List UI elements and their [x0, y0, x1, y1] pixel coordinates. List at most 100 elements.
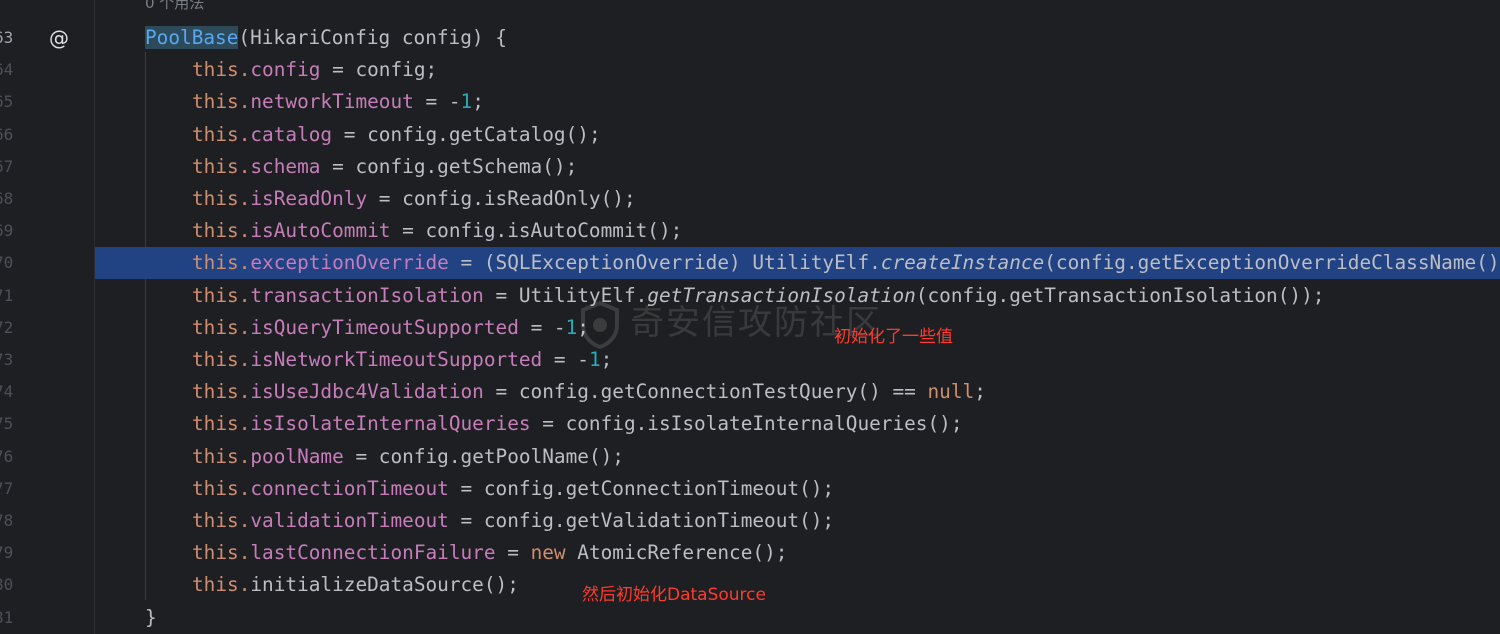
code-token: = config.getConnectionTimeout(); — [448, 476, 835, 500]
code-text[interactable]: this.catalog = config.getCatalog(); — [192, 119, 601, 151]
code-token: lastConnectionFailure — [250, 541, 496, 565]
code-line[interactable]: 65 this.networkTimeout = -1; — [0, 86, 1500, 118]
code-line[interactable]: 78 this.validationTimeout = config.getVal… — [0, 505, 1500, 537]
code-line[interactable]: 69 this.isAutoCommit = config.isAutoCommi… — [0, 215, 1500, 247]
line-number: 76 — [0, 446, 14, 466]
code-text[interactable]: this.isNetworkTimeoutSupported = -1; — [192, 344, 612, 376]
code-token: ; — [974, 380, 986, 404]
code-token: this. — [192, 251, 251, 275]
code-token: config — [250, 58, 321, 82]
usage-hint[interactable]: 0 个用法 — [145, 0, 204, 14]
line-number: 72 — [0, 317, 14, 337]
code-text[interactable]: this.lastConnectionFailure = new AtomicR… — [192, 537, 787, 569]
code-token: = config.getPoolName(); — [343, 444, 624, 468]
code-token: = - — [518, 315, 566, 339]
code-token: catalog — [250, 122, 333, 146]
line-number: 80 — [0, 575, 14, 595]
code-token: this. — [192, 541, 251, 565]
code-text[interactable]: this.connectionTimeout = config.getConne… — [192, 473, 834, 505]
line-number: 70 — [0, 253, 14, 273]
code-token: } — [145, 605, 157, 629]
code-token: this. — [192, 573, 251, 597]
code-line[interactable]: 74 this.isUseJdbc4Validation = config.get… — [0, 376, 1500, 408]
code-token: = config.getSchema(); — [320, 154, 578, 178]
at-sign-icon[interactable]: @ — [49, 22, 69, 54]
code-token: this. — [192, 154, 251, 178]
code-token: = config.getConnectionTestQuery() == — [483, 380, 928, 404]
code-text[interactable]: this.isAutoCommit = config.isAutoCommit(… — [192, 215, 682, 247]
code-text[interactable]: this.networkTimeout = -1; — [192, 86, 484, 118]
line-number: 73 — [0, 350, 14, 369]
code-token: (config.getExceptionOverrideClassName() — [1044, 251, 1500, 275]
code-text[interactable]: this.isQueryTimeoutSupported = -1; — [192, 312, 589, 344]
code-token: this. — [192, 476, 251, 500]
annotation-init-values: 初始化了一些值 — [834, 327, 953, 347]
code-text[interactable]: this.config = config; — [192, 54, 437, 86]
line-number: 67 — [0, 156, 14, 176]
code-line[interactable]: 77 this.connectionTimeout = config.getCon… — [0, 473, 1500, 505]
line-number: 75 — [0, 414, 14, 434]
code-line[interactable]: 76 this.poolName = config.getPoolName(); — [0, 441, 1500, 473]
code-token: this. — [192, 380, 251, 404]
code-token: (config.getTransactionIsolation()); — [915, 283, 1325, 307]
code-token: = config; — [320, 58, 438, 82]
code-text[interactable]: this.initializeDataSource(); — [192, 569, 519, 601]
code-token: new — [530, 541, 566, 565]
code-text[interactable]: this.validationTimeout = config.getValid… — [192, 505, 834, 537]
code-text[interactable]: } — [145, 602, 157, 634]
code-token: null — [927, 380, 975, 404]
code-line[interactable]: 79 this.lastConnectionFailure = new Atomi… — [0, 537, 1500, 569]
code-line[interactable]: 64 this.config = config; — [0, 54, 1500, 86]
code-line[interactable]: 75 this.isIsolateInternalQueries = config… — [0, 408, 1500, 440]
code-token: validationTimeout — [250, 509, 449, 532]
code-token: createInstance — [880, 251, 1045, 275]
code-token: ; — [600, 348, 613, 371]
code-text[interactable]: this.isReadOnly = config.isReadOnly(); — [192, 183, 636, 215]
code-token: networkTimeout — [250, 90, 414, 114]
annotation-init-datasource: 然后初始化DataSource — [582, 585, 766, 605]
code-text[interactable]: this.schema = config.getSchema(); — [192, 151, 577, 183]
code-token: this. — [192, 58, 251, 82]
code-text[interactable]: this.isIsolateInternalQueries = config.i… — [192, 408, 963, 440]
code-token: = config.getCatalog(); — [332, 122, 601, 146]
code-token: ; — [472, 90, 484, 114]
code-token: isQueryTimeoutSupported — [250, 315, 519, 339]
line-number: 66 — [0, 124, 14, 144]
line-number: 71 — [0, 285, 14, 305]
code-token: this. — [192, 509, 251, 532]
code-token: isNetworkTimeoutSupported — [250, 348, 543, 371]
code-token: transactionIsolation — [250, 283, 484, 307]
code-token: connectionTimeout — [250, 476, 449, 500]
code-line[interactable]: 67 this.schema = config.getSchema(); — [0, 151, 1500, 183]
code-text[interactable]: this.poolName = config.getPoolName(); — [192, 441, 624, 473]
code-token: this. — [192, 444, 251, 468]
code-line[interactable]: 63 @ PoolBase(HikariConfig config) { — [0, 22, 1500, 54]
line-number: 79 — [0, 543, 14, 563]
code-token: = (SQLExceptionOverride) UtilityElf. — [448, 251, 881, 275]
line-number: 64 — [0, 60, 14, 80]
code-line[interactable]: 70 this.exceptionOverride = (SQLException… — [0, 247, 1500, 280]
code-token: = - — [413, 90, 461, 114]
code-token: schema — [250, 154, 321, 178]
code-token: exceptionOverride — [250, 251, 449, 275]
code-editor[interactable]: 0 个用法 63 @ PoolBase(HikariConfig config) {… — [0, 0, 1500, 634]
code-token: poolName — [250, 444, 344, 468]
code-text[interactable]: PoolBase(HikariConfig config) { — [145, 22, 507, 54]
line-number: 65 — [0, 92, 14, 112]
code-token: = config.isIsolateInternalQueries(); — [530, 412, 963, 436]
code-token: 1 — [588, 348, 601, 371]
code-token: isUseJdbc4Validation — [250, 380, 484, 404]
code-line[interactable]: 73 this.isNetworkTimeoutSupported = -1; — [0, 344, 1500, 376]
code-token: this. — [192, 283, 251, 307]
code-text[interactable]: this.isUseJdbc4Validation = config.getCo… — [192, 376, 986, 408]
code-token: = config.getValidationTimeout(); — [448, 509, 835, 532]
line-number: 63 — [0, 28, 14, 47]
code-line[interactable]: 81} — [0, 602, 1500, 634]
code-token: = config.isReadOnly(); — [367, 187, 636, 210]
code-token: AtomicReference(); — [565, 541, 788, 565]
code-text[interactable]: this.exceptionOverride = (SQLExceptionOv… — [192, 247, 1500, 279]
code-line[interactable]: 66 this.catalog = config.getCatalog(); — [0, 119, 1500, 151]
code-token: this. — [192, 219, 251, 243]
code-token: this. — [192, 315, 251, 339]
code-line[interactable]: 68 this.isReadOnly = config.isReadOnly(); — [0, 183, 1500, 215]
